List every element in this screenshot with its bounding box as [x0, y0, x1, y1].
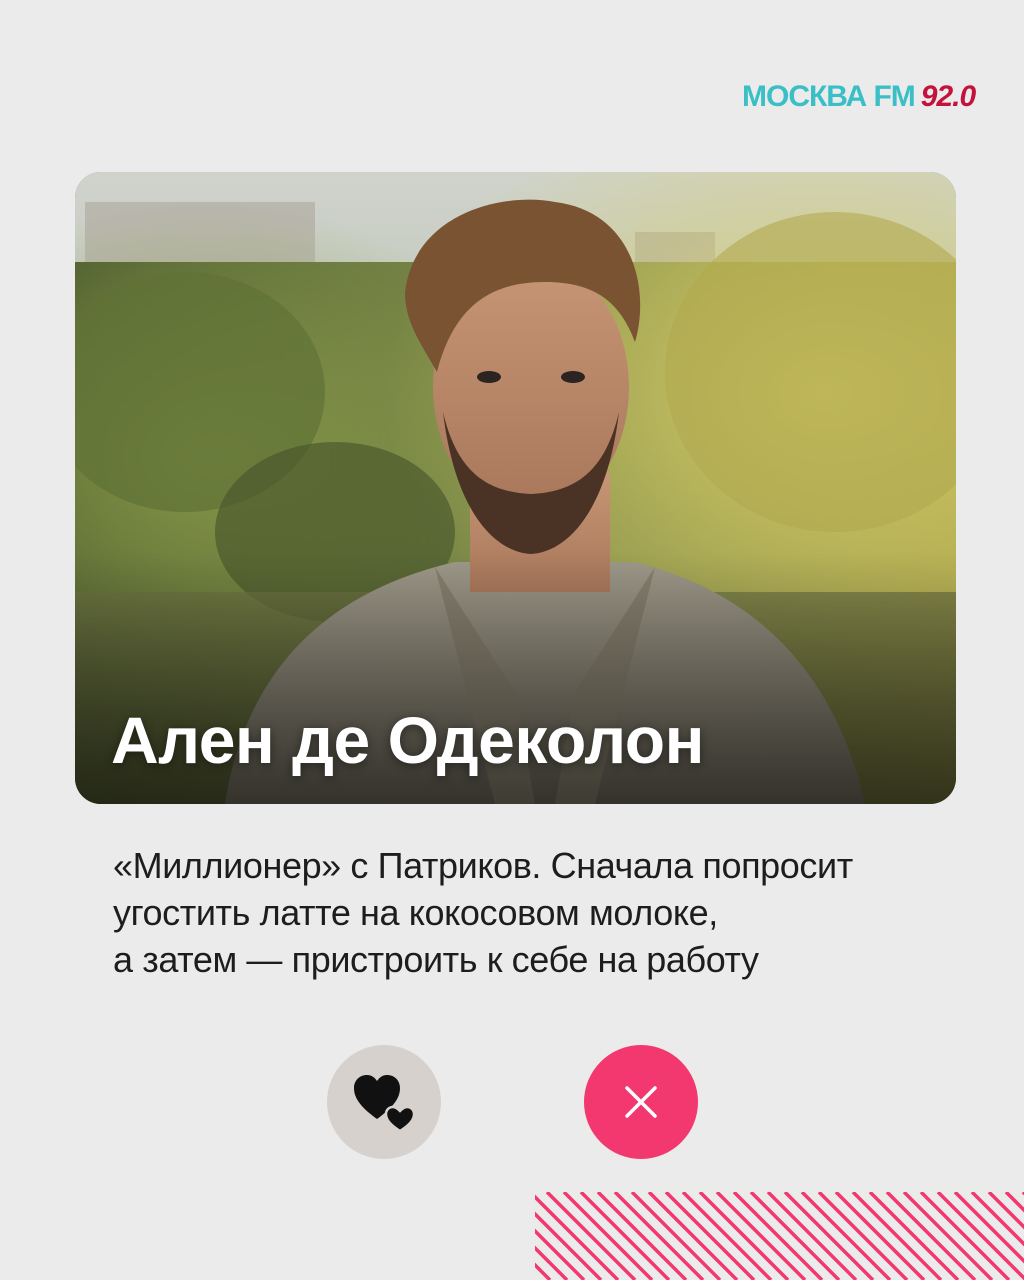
stripe-line	[749, 1192, 841, 1280]
description-line: угостить латте на кокосовом молоке,	[113, 892, 718, 933]
stripe-line	[800, 1192, 892, 1280]
close-icon	[625, 1086, 657, 1118]
stripe-line	[817, 1192, 909, 1280]
profile-name: Ален де Одеколон	[111, 703, 704, 777]
stripe-line	[681, 1192, 773, 1280]
like-button[interactable]	[327, 1045, 441, 1159]
decorative-stripes	[535, 1192, 1024, 1280]
profile-description: «Миллионер» с Патриков. Сначала попросит…	[113, 842, 943, 983]
stripe-line	[885, 1192, 977, 1280]
stripe-line	[902, 1192, 994, 1280]
stripe-line	[579, 1192, 671, 1280]
stripe-line	[868, 1192, 960, 1280]
moskva-fm-logo: МОСКВА FM 92.0	[742, 80, 976, 114]
logo-frequency: 92.0	[920, 80, 976, 113]
stripe-line	[715, 1192, 807, 1280]
stripe-line	[596, 1192, 688, 1280]
stripe-line	[630, 1192, 722, 1280]
stripe-line	[647, 1192, 739, 1280]
stripe-line	[783, 1192, 875, 1280]
description-line: «Миллионер» с Патриков. Сначала попросит	[113, 845, 853, 886]
profile-photo-card: Ален де Одеколон	[75, 172, 956, 804]
two-hearts-icon	[354, 1075, 416, 1133]
stripe-line	[766, 1192, 858, 1280]
stripe-line	[851, 1192, 943, 1280]
description-line: а затем — пристроить к себе на работу	[113, 939, 759, 980]
stripe-line	[562, 1192, 654, 1280]
stripe-line	[698, 1192, 790, 1280]
stripe-line	[545, 1192, 637, 1280]
stripe-line	[919, 1192, 1011, 1280]
logo-brand-text: МОСКВА FM	[742, 80, 916, 113]
dismiss-button[interactable]	[584, 1045, 698, 1159]
stripe-line	[613, 1192, 705, 1280]
stripe-line	[732, 1192, 824, 1280]
stripe-line	[834, 1192, 926, 1280]
stripe-line	[664, 1192, 756, 1280]
